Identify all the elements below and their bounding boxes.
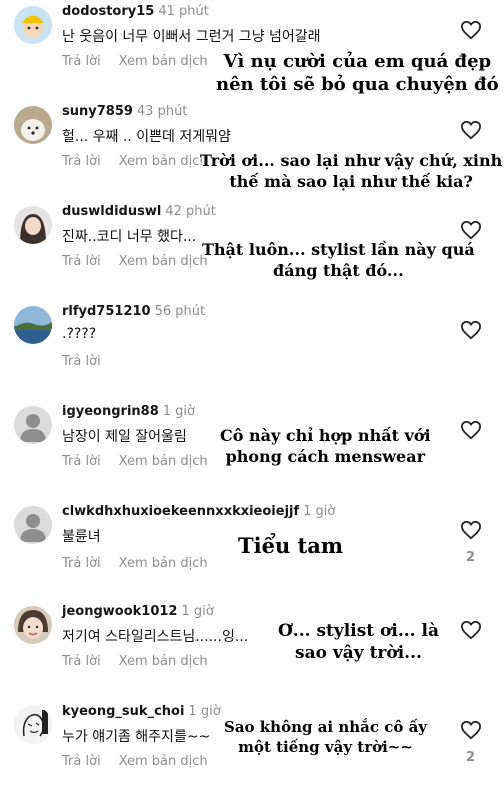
see-translation-button[interactable]: Xem bản dịch bbox=[119, 254, 208, 269]
comment-text: 남장이 제일 잘어울림 bbox=[62, 429, 187, 445]
heart-icon[interactable] bbox=[460, 320, 482, 340]
avatar[interactable] bbox=[14, 106, 52, 144]
timestamp: 1 giờ bbox=[188, 704, 221, 719]
timestamp: 56 phút bbox=[154, 304, 206, 319]
see-translation-button[interactable]: Xem bản dịch bbox=[119, 54, 208, 69]
username[interactable]: jeongwook1012 bbox=[62, 604, 177, 619]
reply-button[interactable]: Trả lời bbox=[62, 354, 101, 369]
timestamp: 41 phút bbox=[158, 4, 209, 19]
timestamp: 1 giờ bbox=[162, 404, 195, 419]
heart-icon[interactable] bbox=[460, 120, 482, 140]
comment-item: clwkdhxhuxioekeennxxkxieoiejjf 1 giờ 불륜녀 … bbox=[0, 500, 504, 600]
reply-button[interactable]: Trả lời bbox=[62, 556, 101, 571]
translation-overlay: Vì nụ cười của em quá đẹp nên tôi sẽ bỏ q… bbox=[216, 51, 499, 96]
heart-icon[interactable] bbox=[460, 20, 482, 40]
heart-icon[interactable] bbox=[460, 620, 482, 640]
comment-item: suny7859 43 phút 헐... 우째 .. 이쁜데 저게뭐얌 Trả … bbox=[0, 100, 504, 200]
avatar[interactable] bbox=[14, 506, 52, 544]
username[interactable]: duswldiduswl bbox=[62, 204, 161, 219]
reply-button[interactable]: Trả lời bbox=[62, 154, 101, 169]
comment-item: igyeongrin88 1 giờ 남장이 제일 잘어울림 Trả lời Xem… bbox=[0, 400, 504, 500]
see-translation-button[interactable]: Xem bản dịch bbox=[119, 154, 208, 169]
avatar[interactable] bbox=[14, 606, 52, 644]
reply-button[interactable]: Trả lời bbox=[62, 754, 101, 769]
see-translation-button[interactable]: Xem bản dịch bbox=[119, 754, 208, 769]
comment-item: kyeong_suk_choi 1 giờ 누가 얘기좀 해주지를~~ Trả l… bbox=[0, 700, 504, 800]
like-count: 2 bbox=[466, 550, 476, 565]
timestamp: 43 phút bbox=[136, 104, 188, 119]
translation-overlay: Sao không ai nhắc cô ấy một tiếng vậy trờ… bbox=[224, 718, 428, 756]
comment-text: 진짜..코디 너무 했다... bbox=[62, 229, 197, 245]
reply-button[interactable]: Trả lời bbox=[62, 254, 101, 269]
comment-text: 불륜녀 bbox=[62, 529, 101, 545]
translation-overlay: Thật luôn... stylist lần này quá đáng thậ… bbox=[202, 240, 475, 280]
comment-item: duswldiduswl 42 phút 진짜..코디 너무 했다... Trả … bbox=[0, 200, 504, 300]
username[interactable]: kyeong_suk_choi bbox=[62, 704, 184, 719]
reply-button[interactable]: Trả lời bbox=[62, 454, 101, 469]
username[interactable]: clwkdhxhuxioekeennxxkxieoiejjf bbox=[62, 504, 299, 519]
see-translation-button[interactable]: Xem bản dịch bbox=[119, 454, 208, 469]
username[interactable]: rlfyd751210 bbox=[62, 304, 151, 319]
comment-item: rlfyd751210 56 phút .???? Trả lời bbox=[0, 300, 504, 400]
heart-icon[interactable] bbox=[460, 220, 482, 240]
timestamp: 42 phút bbox=[165, 204, 216, 219]
comment-item: dodostory15 41 phút 난 웃음이 너무 이뻐서 그런거 그냥 넘… bbox=[0, 0, 504, 100]
translation-overlay: Trời ơi... sao lại như vậy chứ, xinh thế … bbox=[200, 151, 503, 191]
like-count: 2 bbox=[466, 750, 476, 765]
translation-overlay: Tiểu tam bbox=[238, 533, 344, 558]
username[interactable]: suny7859 bbox=[62, 104, 133, 119]
timestamp: 1 giờ bbox=[303, 504, 336, 519]
comment-text: 헐... 우째 .. 이쁜데 저게뭐얌 bbox=[62, 129, 231, 145]
heart-icon[interactable] bbox=[460, 420, 482, 440]
avatar[interactable] bbox=[14, 306, 52, 344]
translation-overlay: Cô này chỉ hợp nhất với phong cách menswe… bbox=[220, 426, 431, 466]
see-translation-button[interactable]: Xem bản dịch bbox=[119, 654, 208, 669]
timestamp: 1 giờ bbox=[181, 604, 214, 619]
comment-text: 저기여 스타일리스트님......잉... bbox=[62, 629, 249, 645]
avatar[interactable] bbox=[14, 6, 52, 44]
reply-button[interactable]: Trả lời bbox=[62, 654, 101, 669]
avatar[interactable] bbox=[14, 706, 52, 744]
username[interactable]: dodostory15 bbox=[62, 4, 154, 19]
reply-button[interactable]: Trả lời bbox=[62, 54, 101, 69]
heart-icon[interactable] bbox=[460, 520, 482, 540]
avatar[interactable] bbox=[14, 406, 52, 444]
comment-text: .???? bbox=[62, 326, 97, 342]
comment-text: 난 웃음이 너무 이뻐서 그런거 그냥 넘어갈래 bbox=[62, 29, 321, 45]
comment-item: jeongwook1012 1 giờ 저기여 스타일리스트님......잉...… bbox=[0, 600, 504, 700]
see-translation-button[interactable]: Xem bản dịch bbox=[119, 556, 208, 571]
comment-text: 누가 얘기좀 해주지를~~ bbox=[62, 729, 211, 745]
username[interactable]: igyeongrin88 bbox=[62, 404, 159, 419]
avatar[interactable] bbox=[14, 206, 52, 244]
translation-overlay: Ơ... stylist ơi... là sao vậy trời... bbox=[278, 621, 439, 664]
heart-icon[interactable] bbox=[460, 720, 482, 740]
